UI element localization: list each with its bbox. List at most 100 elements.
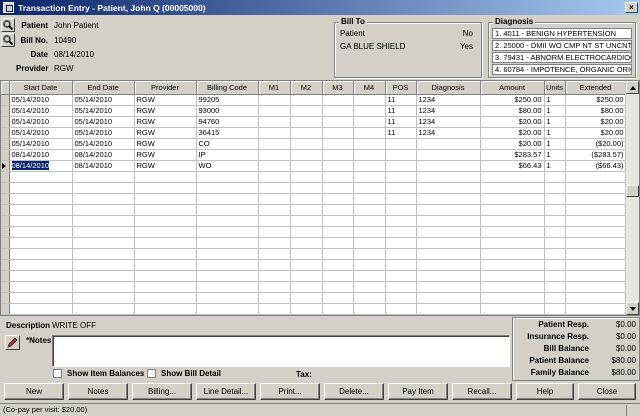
table-cell[interactable] (385, 226, 417, 238)
row-selector[interactable] (1, 303, 10, 315)
table-cell[interactable]: 08/14/2010 (9, 149, 73, 161)
table-cell[interactable] (416, 204, 481, 216)
table-cell[interactable]: $20.00 (565, 127, 627, 139)
table-cell[interactable] (196, 182, 259, 194)
table-cell[interactable] (480, 182, 545, 194)
table-cell[interactable] (385, 204, 417, 216)
table-cell[interactable]: 05/14/2010 (72, 105, 135, 117)
table-cell[interactable] (480, 171, 545, 183)
table-cell[interactable] (565, 292, 627, 304)
table-cell[interactable] (9, 259, 73, 271)
table-cell[interactable] (565, 281, 627, 293)
checkbox-box[interactable] (147, 369, 156, 378)
table-cell[interactable] (196, 281, 259, 293)
column-header[interactable]: Extended (565, 81, 627, 95)
close-window-button[interactable]: × (625, 2, 638, 13)
table-cell[interactable] (322, 160, 354, 172)
table-row[interactable]: 05/14/2010 05/14/2010 RGW 36415 11 1234 $20.00… (1, 127, 627, 139)
table-cell[interactable] (322, 127, 354, 139)
table-cell[interactable] (290, 237, 323, 249)
table-cell[interactable] (258, 237, 291, 249)
table-cell[interactable] (416, 270, 481, 282)
table-cell[interactable]: RGW (134, 160, 197, 172)
table-cell[interactable] (258, 127, 291, 139)
table-cell[interactable] (353, 94, 386, 106)
table-cell[interactable] (290, 281, 323, 293)
bill-to-row[interactable]: GA BLUE SHIELD Yes (340, 42, 473, 51)
table-cell[interactable] (134, 303, 197, 315)
row-selector[interactable] (1, 149, 10, 161)
table-cell[interactable] (480, 270, 545, 282)
table-cell[interactable]: RGW (134, 138, 197, 150)
table-cell[interactable]: 94760 (196, 116, 259, 128)
column-header[interactable]: Start Date (9, 81, 73, 95)
table-cell[interactable] (322, 149, 354, 161)
grid-vertical-scrollbar[interactable] (625, 81, 639, 315)
table-cell[interactable] (9, 248, 73, 260)
table-cell[interactable] (9, 182, 73, 194)
line-detail-button[interactable]: Line Detail... (196, 383, 256, 400)
table-cell[interactable]: 05/14/2010 (9, 127, 73, 139)
table-cell[interactable] (565, 248, 627, 260)
table-cell[interactable] (258, 281, 291, 293)
table-cell[interactable] (9, 270, 73, 282)
table-cell[interactable] (385, 259, 417, 271)
table-cell[interactable] (353, 237, 386, 249)
table-cell[interactable] (258, 215, 291, 227)
table-cell[interactable] (258, 138, 291, 150)
table-cell[interactable]: 11 (385, 105, 417, 117)
table-cell[interactable] (416, 281, 481, 293)
table-cell[interactable] (196, 303, 259, 315)
table-cell[interactable] (290, 116, 323, 128)
table-cell[interactable] (322, 270, 354, 282)
table-cell[interactable] (353, 270, 386, 282)
table-cell[interactable]: $250.00 (480, 94, 545, 106)
table-cell[interactable] (416, 138, 481, 150)
row-selector[interactable] (1, 281, 10, 293)
table-cell[interactable] (258, 171, 291, 183)
table-cell[interactable] (565, 171, 627, 183)
table-cell[interactable]: 11 (385, 127, 417, 139)
column-header[interactable]: Diagnosis (416, 81, 481, 95)
table-cell[interactable] (258, 149, 291, 161)
table-row[interactable] (1, 182, 627, 194)
table-cell[interactable] (196, 171, 259, 183)
table-cell[interactable] (290, 226, 323, 238)
table-cell[interactable]: 05/14/2010 (9, 94, 73, 106)
table-cell[interactable] (565, 204, 627, 216)
table-row[interactable] (1, 292, 627, 304)
table-cell[interactable] (72, 226, 135, 238)
table-cell[interactable] (72, 303, 135, 315)
table-cell[interactable] (134, 248, 197, 260)
table-cell[interactable] (353, 127, 386, 139)
column-header[interactable]: End Date (72, 81, 135, 95)
table-cell[interactable]: 1234 (416, 127, 481, 139)
table-row[interactable] (1, 171, 627, 183)
table-cell[interactable]: RGW (134, 116, 197, 128)
table-cell[interactable]: 05/14/2010 (72, 94, 135, 106)
column-header[interactable]: M4 (353, 81, 386, 95)
table-cell[interactable] (196, 270, 259, 282)
row-selector[interactable] (1, 138, 10, 150)
table-cell[interactable] (9, 171, 73, 183)
row-selector[interactable] (1, 105, 10, 117)
table-cell[interactable] (480, 237, 545, 249)
column-header[interactable]: Billing Code (196, 81, 259, 95)
new-button[interactable]: New (4, 383, 64, 400)
table-row[interactable] (1, 204, 627, 216)
table-cell[interactable]: 11 (385, 116, 417, 128)
table-cell[interactable] (72, 292, 135, 304)
table-cell[interactable]: ($20.00) (565, 138, 627, 150)
table-cell[interactable]: RGW (134, 127, 197, 139)
table-cell[interactable] (544, 204, 566, 216)
table-cell[interactable] (134, 215, 197, 227)
table-cell[interactable]: 08/14/2010 (72, 149, 135, 161)
table-cell[interactable] (353, 116, 386, 128)
column-header[interactable]: M3 (322, 81, 354, 95)
table-cell[interactable] (196, 259, 259, 271)
table-cell[interactable] (322, 94, 354, 106)
table-cell[interactable]: 08/14/2010 (9, 160, 73, 172)
table-cell[interactable]: 08/14/2010 (72, 160, 135, 172)
table-cell[interactable] (258, 303, 291, 315)
table-cell[interactable] (385, 270, 417, 282)
